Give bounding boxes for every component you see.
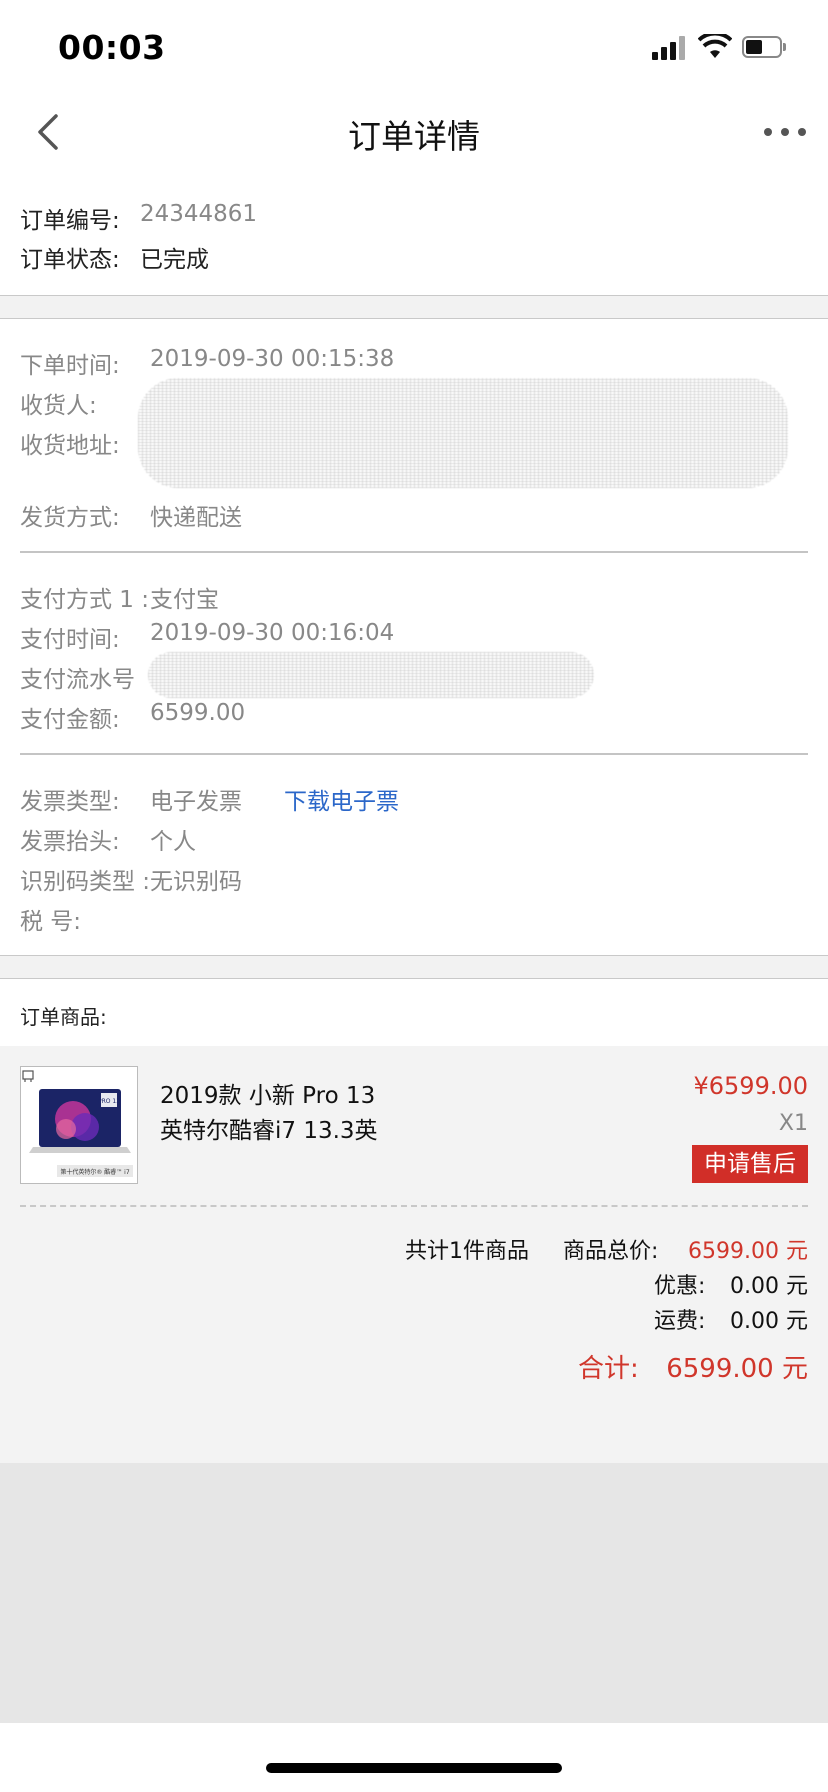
- invoice-type-value: 电子发票: [150, 789, 242, 815]
- more-options-icon[interactable]: [762, 122, 808, 142]
- section-divider: [0, 955, 828, 979]
- download-invoice-link[interactable]: 下载电子票: [284, 782, 399, 816]
- redacted-serial-number: [148, 652, 594, 698]
- payment-time-value: 2019-09-30 00:16:04: [150, 620, 395, 646]
- order-status-value: 已完成: [140, 247, 209, 273]
- grand-total-value: 6599.00 元: [666, 1354, 808, 1384]
- goods-total-value: 6599.00 元: [688, 1239, 808, 1264]
- payment-serial-label: 支付流水号: [20, 667, 135, 693]
- thumb-badge-text: PRO 13: [98, 1098, 120, 1105]
- order-time-label: 下单时间:: [20, 353, 120, 379]
- divider-line: [20, 753, 808, 755]
- page-title: 订单详情: [348, 117, 480, 156]
- laptop-image: PRO 13 第十代英特尔® 酷睿™ i7: [22, 1070, 133, 1177]
- dashed-divider: [20, 1205, 808, 1207]
- order-status-label: 订单状态:: [20, 247, 120, 273]
- order-number-label: 订单编号:: [20, 208, 120, 234]
- after-sale-button[interactable]: 申请售后: [692, 1145, 808, 1183]
- redacted-address: [138, 378, 788, 488]
- payment-method-label: 支付方式 1 :: [20, 587, 150, 613]
- goods-total-label: 商品总价:: [563, 1239, 659, 1264]
- product-thumbnail[interactable]: PRO 13 第十代英特尔® 酷睿™ i7: [20, 1066, 138, 1184]
- payment-time-label: 支付时间:: [20, 627, 120, 653]
- address-label: 收货地址:: [20, 433, 120, 459]
- wifi-icon: [698, 34, 732, 58]
- ship-method-label: 发货方式:: [20, 505, 120, 531]
- item-count-text: 共计1件商品: [405, 1239, 529, 1264]
- divider-line: [20, 551, 808, 553]
- discount-label: 优惠:: [654, 1274, 706, 1299]
- product-name-line2[interactable]: 英特尔酷睿i7 13.3英: [160, 1111, 378, 1145]
- order-time-value: 2019-09-30 00:15:38: [150, 346, 395, 372]
- section-divider: [0, 295, 828, 319]
- home-indicator[interactable]: [266, 1763, 562, 1773]
- payment-amount-label: 支付金额:: [20, 707, 120, 733]
- ship-method-value: 快递配送: [150, 505, 242, 531]
- product-price: ¥6599.00: [693, 1072, 808, 1100]
- status-time: 00:03: [58, 28, 166, 67]
- code-type-label: 识别码类型 :: [20, 869, 151, 895]
- invoice-title-label: 发票抬头:: [20, 829, 120, 855]
- empty-gray-area: [0, 1463, 828, 1723]
- order-number-value: 24344861: [140, 201, 258, 227]
- grand-total-label: 合计:: [578, 1354, 639, 1384]
- invoice-type-label: 发票类型:: [20, 789, 120, 815]
- shipping-fee-value: 0.00 元: [730, 1309, 808, 1334]
- payment-amount-value: 6599.00: [150, 700, 246, 726]
- thumb-caption-text: 第十代英特尔® 酷睿™ i7: [60, 1168, 129, 1176]
- cellular-signal-icon: [652, 36, 688, 60]
- product-name-line1[interactable]: 2019款 小新 Pro 13: [160, 1076, 375, 1110]
- discount-value: 0.00 元: [730, 1274, 808, 1299]
- battery-icon: [742, 36, 788, 60]
- invoice-title-value: 个人: [150, 829, 196, 855]
- receiver-label: 收货人:: [20, 393, 97, 419]
- goods-section-title: 订单商品:: [20, 1005, 107, 1029]
- tax-number-label: 税 号:: [20, 909, 82, 935]
- payment-method-value: 支付宝: [150, 587, 219, 613]
- code-type-value: 无识别码: [150, 869, 242, 895]
- shipping-fee-label: 运费:: [654, 1309, 706, 1334]
- product-quantity: X1: [778, 1111, 808, 1136]
